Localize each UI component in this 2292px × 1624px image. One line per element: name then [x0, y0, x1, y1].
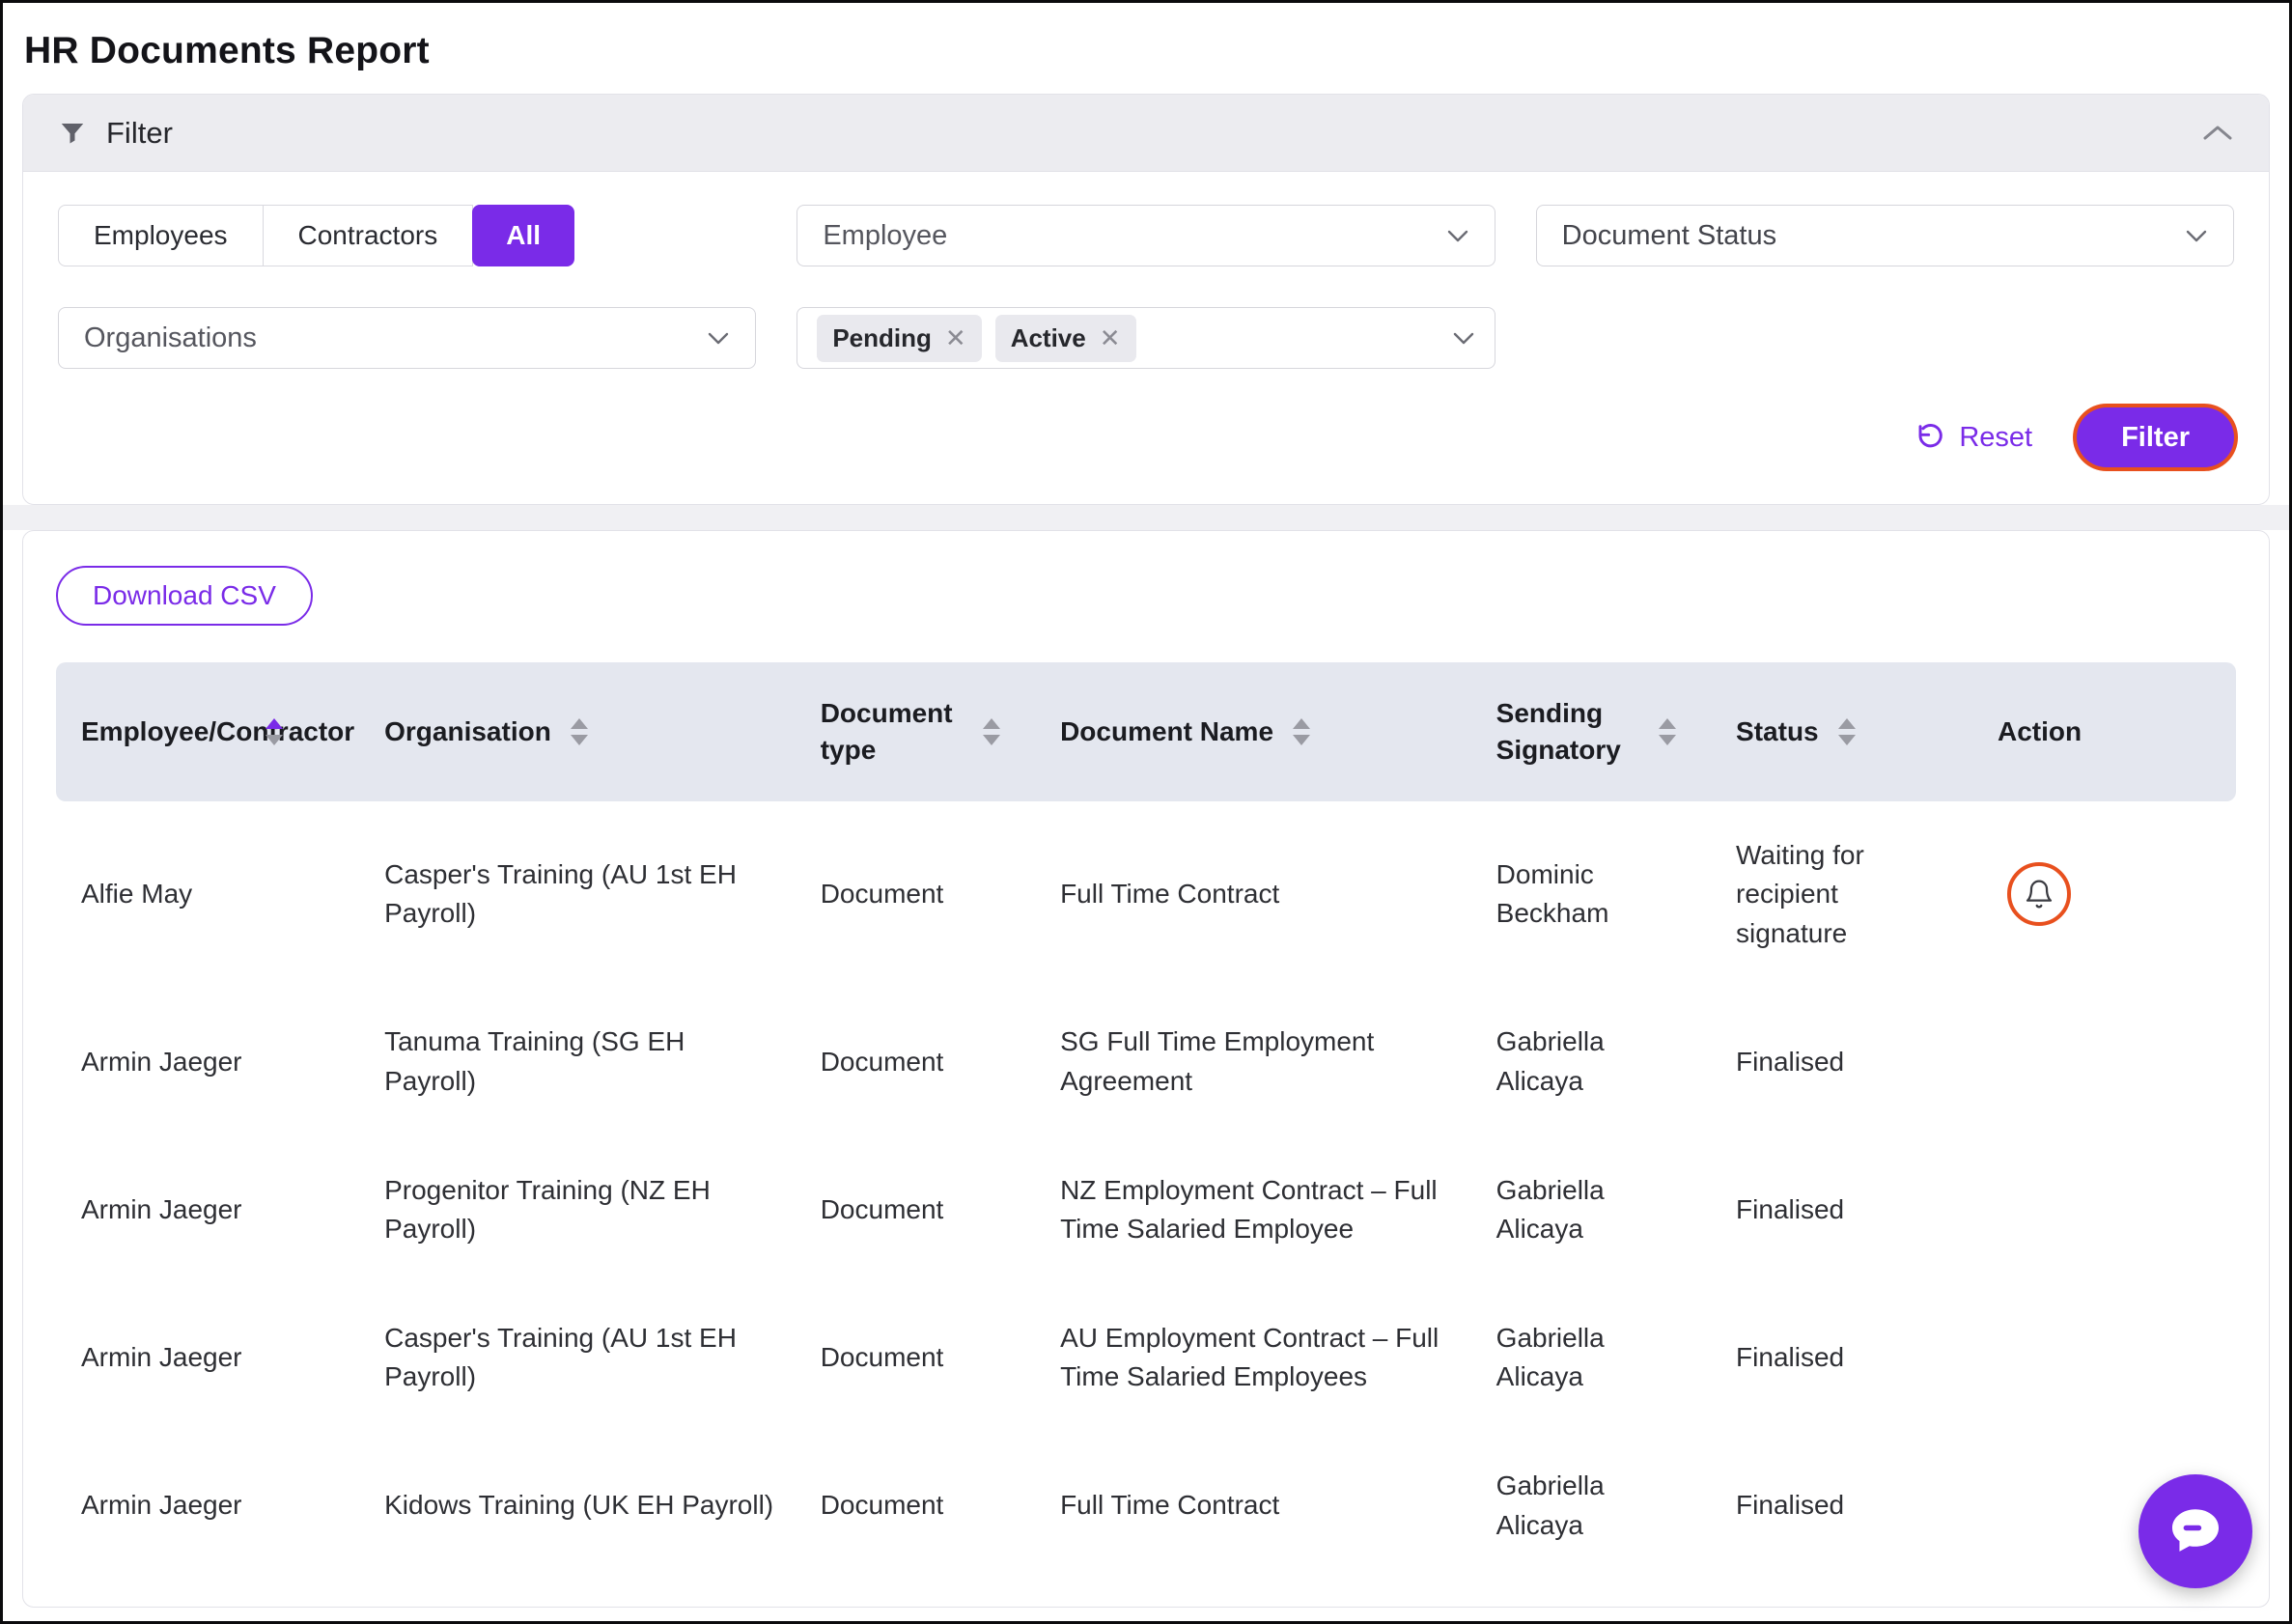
segment-all[interactable]: All [472, 205, 574, 266]
column-header-sending-signatory[interactable]: Sending Signatory [1473, 662, 1713, 801]
segmented-control: Employees Contractors All [58, 205, 756, 266]
cell-document-name: SG Full Time Employment Agreement [1060, 1026, 1374, 1096]
cell-document-name: Full Time Contract [1060, 1490, 1279, 1520]
cell-status: Finalised [1736, 1047, 1844, 1077]
chevron-down-icon [1452, 331, 1475, 346]
section-divider [3, 505, 2289, 530]
segment-employees[interactable]: Employees [58, 205, 264, 266]
sort-icon[interactable] [1293, 718, 1310, 745]
tag-active: Active ✕ [995, 315, 1136, 362]
documents-table: Employee/Contractor Organisation Documen… [56, 662, 2236, 1580]
cell-status: Finalised [1736, 1342, 1844, 1372]
table-row: Alfie May Casper's Training (AU 1st EH P… [56, 801, 2236, 989]
cell-document-type: Document [821, 879, 944, 909]
chat-launcher-button[interactable] [2138, 1474, 2252, 1588]
reset-label: Reset [1959, 422, 2032, 454]
cell-status: Finalised [1736, 1490, 1844, 1520]
remove-tag-icon[interactable]: ✕ [1100, 325, 1121, 350]
sort-icon[interactable] [1659, 718, 1676, 745]
reset-icon [1915, 422, 1945, 453]
table-header-row: Employee/Contractor Organisation Documen… [56, 662, 2236, 801]
chevron-down-icon [1446, 229, 1469, 243]
title-bar: HR Documents Report [3, 3, 2289, 94]
download-csv-button[interactable]: Download CSV [56, 566, 313, 626]
tag-pending: Pending ✕ [817, 315, 981, 362]
table-row: Armin Jaeger Casper's Training (AU 1st E… [56, 1284, 2236, 1432]
cell-employee: Armin Jaeger [81, 1342, 242, 1372]
notify-bell-button[interactable] [2007, 862, 2071, 926]
document-status-placeholder: Document Status [1562, 220, 1776, 252]
cell-document-name: NZ Employment Contract – Full Time Salar… [1060, 1175, 1438, 1245]
cell-employee: Armin Jaeger [81, 1047, 242, 1077]
table-row: Armin Jaeger Progenitor Training (NZ EH … [56, 1136, 2236, 1284]
chevron-down-icon [2185, 229, 2208, 243]
organisations-placeholder: Organisations [84, 322, 257, 354]
cell-organisation: Kidows Training (UK EH Payroll) [384, 1490, 773, 1520]
cell-employee: Armin Jaeger [81, 1490, 242, 1520]
bell-icon [2024, 879, 2054, 910]
cell-document-type: Document [821, 1342, 944, 1372]
cell-status: Finalised [1736, 1194, 1844, 1224]
reset-button[interactable]: Reset [1915, 422, 2032, 454]
cell-organisation: Casper's Training (AU 1st EH Payroll) [384, 1323, 737, 1392]
employee-select-placeholder: Employee [823, 220, 947, 252]
cell-sending-signatory: Dominic Beckham [1496, 859, 1609, 929]
filter-panel-header[interactable]: Filter [23, 95, 2269, 172]
sort-icon[interactable] [983, 718, 1000, 745]
document-status-select[interactable]: Document Status [1536, 205, 2234, 266]
cell-organisation: Tanuma Training (SG EH Payroll) [384, 1026, 685, 1096]
cell-document-type: Document [821, 1490, 944, 1520]
documents-report-card: Download CSV Employee/Contractor Organis… [22, 530, 2270, 1608]
cell-document-type: Document [821, 1194, 944, 1224]
cell-document-name: Full Time Contract [1060, 879, 1279, 909]
chat-icon [2166, 1501, 2225, 1561]
cell-employee: Alfie May [81, 879, 192, 909]
employee-select[interactable]: Employee [797, 205, 1495, 266]
sort-icon[interactable] [1838, 718, 1856, 745]
chevron-down-icon [707, 331, 730, 346]
sort-icon[interactable] [266, 718, 283, 745]
cell-organisation: Progenitor Training (NZ EH Payroll) [384, 1175, 711, 1245]
table-row: Armin Jaeger Tanuma Training (SG EH Payr… [56, 988, 2236, 1135]
filter-submit-button[interactable]: Filter [2077, 407, 2234, 467]
filter-panel: Filter Employees Contractors All Employe… [22, 94, 2270, 505]
cell-employee: Armin Jaeger [81, 1194, 242, 1224]
filter-panel-title: Filter [106, 116, 173, 151]
cell-organisation: Casper's Training (AU 1st EH Payroll) [384, 859, 737, 929]
filter-panel-body: Employees Contractors All Employee Docum… [23, 172, 2269, 504]
cell-sending-signatory: Gabriella Alicaya [1496, 1175, 1605, 1245]
cell-sending-signatory: Gabriella Alicaya [1496, 1323, 1605, 1392]
column-header-action: Action [1974, 662, 2236, 801]
column-header-employee[interactable]: Employee/Contractor [56, 662, 361, 801]
segment-contractors[interactable]: Contractors [263, 205, 474, 266]
column-header-document-name[interactable]: Document Name [1037, 662, 1473, 801]
funnel-filter-icon [58, 119, 87, 148]
organisations-select[interactable]: Organisations [58, 307, 756, 369]
sort-icon[interactable] [571, 718, 588, 745]
page-title: HR Documents Report [24, 30, 2268, 72]
collapse-chevron-icon[interactable] [2201, 124, 2234, 143]
table-row: Armin Jaeger Kidows Training (UK EH Payr… [56, 1432, 2236, 1580]
cell-sending-signatory: Gabriella Alicaya [1496, 1026, 1605, 1096]
cell-sending-signatory: Gabriella Alicaya [1496, 1470, 1605, 1540]
remove-tag-icon[interactable]: ✕ [945, 325, 966, 350]
cell-document-type: Document [821, 1047, 944, 1077]
cell-status: Waiting for recipient signature [1736, 840, 1864, 948]
column-header-organisation[interactable]: Organisation [361, 662, 797, 801]
tag-label: Active [1011, 323, 1086, 353]
cell-document-name: AU Employment Contract – Full Time Salar… [1060, 1323, 1439, 1392]
column-header-status[interactable]: Status [1713, 662, 1974, 801]
column-header-document-type[interactable]: Document type [797, 662, 1037, 801]
status-multiselect[interactable]: Pending ✕ Active ✕ [797, 307, 1495, 369]
tag-label: Pending [832, 323, 932, 353]
